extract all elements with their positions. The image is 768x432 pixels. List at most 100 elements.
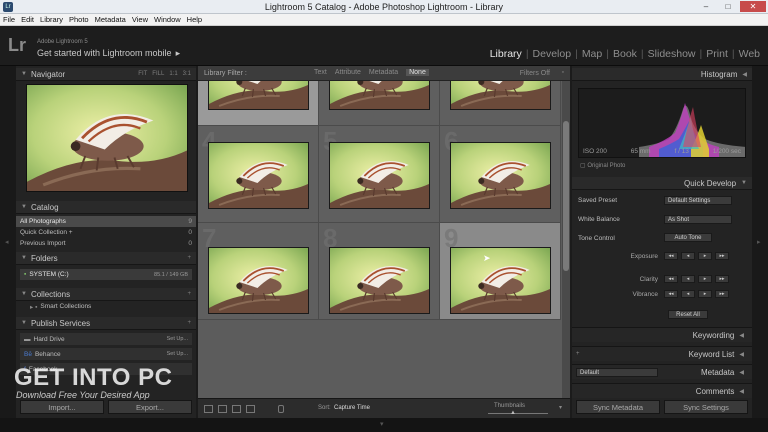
menu-window[interactable]: Window: [154, 14, 181, 25]
add-folder-icon[interactable]: +: [187, 255, 191, 261]
mobile-link[interactable]: Get started with Lightroom mobile ▸: [37, 48, 180, 59]
increase-icon[interactable]: ▸: [698, 275, 712, 283]
saved-preset-dropdown[interactable]: Default Settings: [664, 195, 732, 205]
grid-cell[interactable]: 8: [319, 223, 440, 320]
sort-dropdown[interactable]: Capture Time: [334, 405, 370, 411]
menu-photo[interactable]: Photo: [69, 14, 89, 25]
minimize-button[interactable]: –: [696, 1, 716, 12]
publish-services-header[interactable]: ▼ Publish Services +: [16, 317, 196, 330]
catalog-item-quick-collection[interactable]: Quick Collection + 0: [16, 227, 196, 238]
grid-cell[interactable]: [319, 81, 440, 126]
grid-view-icon[interactable]: [204, 405, 213, 413]
grid-cell[interactable]: [198, 81, 319, 126]
survey-view-icon[interactable]: [246, 405, 255, 413]
menu-edit[interactable]: Edit: [21, 14, 34, 25]
module-web[interactable]: Web: [737, 48, 762, 60]
add-keyword-icon[interactable]: +: [576, 351, 580, 357]
increase-large-icon[interactable]: ▸▸: [715, 252, 729, 260]
comments-header[interactable]: Comments ◀: [572, 383, 752, 398]
catalog-header[interactable]: ▼ Catalog: [16, 201, 196, 214]
compare-view-icon[interactable]: [232, 405, 241, 413]
navigator-header[interactable]: ▼ Navigator FIT FILL 1:1 3:1: [16, 68, 196, 81]
menu-metadata[interactable]: Metadata: [95, 14, 126, 25]
photo-thumbnail[interactable]: [329, 81, 430, 110]
exposure-stepper[interactable]: ◂◂ ◂ ▸ ▸▸: [664, 252, 729, 260]
grid-cell[interactable]: 6: [440, 126, 561, 223]
menu-view[interactable]: View: [132, 14, 148, 25]
sync-settings-button[interactable]: Sync Settings: [664, 400, 748, 414]
sync-metadata-button[interactable]: Sync Metadata: [576, 400, 660, 414]
lock-icon[interactable]: ▫: [562, 69, 564, 76]
expand-filmstrip-arrow-icon[interactable]: ▾: [380, 420, 384, 428]
decrease-icon[interactable]: ◂: [681, 252, 695, 260]
grid-cell[interactable]: [440, 81, 561, 126]
close-button[interactable]: ✕: [740, 1, 766, 12]
decrease-icon[interactable]: ◂: [681, 275, 695, 283]
publish-item-behance[interactable]: Bē Behance Set Up...: [20, 348, 192, 360]
loupe-view-icon[interactable]: [218, 405, 227, 413]
reset-all-button[interactable]: Reset All: [668, 310, 708, 319]
setup-link[interactable]: Set Up...: [167, 351, 188, 357]
filter-tab-none[interactable]: None: [406, 69, 429, 76]
vibrance-stepper[interactable]: ◂◂ ◂ ▸ ▸▸: [664, 290, 729, 298]
maximize-button[interactable]: □: [718, 1, 738, 12]
menu-library[interactable]: Library: [40, 14, 63, 25]
publish-item-hard-drive[interactable]: ▬ Hard Drive Set Up...: [20, 333, 192, 345]
grid-cell[interactable]: 7: [198, 223, 319, 320]
zoom-1-1[interactable]: 1:1: [169, 71, 177, 77]
folders-header[interactable]: ▼ Folders +: [16, 252, 196, 265]
filter-tab-text[interactable]: Text: [314, 69, 327, 76]
increase-icon[interactable]: ▸: [698, 290, 712, 298]
toolbar-menu-icon[interactable]: ▾: [559, 404, 562, 411]
photo-thumbnail[interactable]: [208, 142, 309, 209]
grid-cell[interactable]: 5: [319, 126, 440, 223]
zoom-fit[interactable]: FIT: [138, 71, 147, 77]
quick-develop-header[interactable]: Quick Develop ▼: [572, 177, 752, 190]
grid-scrollbar[interactable]: [562, 81, 570, 398]
decrease-large-icon[interactable]: ◂◂: [664, 290, 678, 298]
photo-thumbnail[interactable]: [450, 142, 551, 209]
folder-item-system[interactable]: ▪ SYSTEM (C:) 85.1 / 149 GB: [20, 269, 192, 280]
keyword-list-header[interactable]: + Keyword List ◀: [572, 346, 752, 361]
increase-large-icon[interactable]: ▸▸: [715, 275, 729, 283]
collections-header[interactable]: ▼ Collections +: [16, 288, 196, 301]
auto-tone-button[interactable]: Auto Tone: [664, 233, 712, 242]
photo-thumbnail[interactable]: [329, 247, 430, 314]
decrease-large-icon[interactable]: ◂◂: [664, 252, 678, 260]
photo-thumbnail[interactable]: [450, 81, 551, 110]
decrease-icon[interactable]: ◂: [681, 290, 695, 298]
catalog-item-previous-import[interactable]: Previous Import 0: [16, 238, 196, 249]
decrease-large-icon[interactable]: ◂◂: [664, 275, 678, 283]
module-slideshow[interactable]: Slideshow: [646, 48, 698, 60]
histogram-display[interactable]: ISO 200 65 mm f / 13 1/200 sec: [578, 88, 746, 158]
setup-link[interactable]: Set Up...: [167, 336, 188, 342]
right-panel-edge[interactable]: ▸: [752, 66, 768, 418]
import-button[interactable]: Import...: [20, 400, 104, 414]
scrollbar-thumb[interactable]: [563, 121, 569, 271]
module-print[interactable]: Print: [704, 48, 730, 60]
navigator-preview[interactable]: [26, 84, 188, 192]
module-develop[interactable]: Develop: [531, 48, 574, 60]
clarity-stepper[interactable]: ◂◂ ◂ ▸ ▸▸: [664, 275, 729, 283]
filter-tab-metadata[interactable]: Metadata: [369, 69, 398, 76]
filter-status[interactable]: Filters Off: [520, 70, 550, 77]
collapse-left-arrow-icon[interactable]: ◂: [5, 238, 9, 246]
export-button[interactable]: Export...: [108, 400, 192, 414]
collapse-right-arrow-icon[interactable]: ▸: [757, 238, 761, 246]
menu-file[interactable]: File: [3, 14, 15, 25]
menu-help[interactable]: Help: [187, 14, 202, 25]
grid-cell[interactable]: 9 ➤: [440, 223, 561, 320]
zoom-fill[interactable]: FILL: [152, 71, 164, 77]
photo-thumbnail[interactable]: [208, 247, 309, 314]
photo-thumbnail[interactable]: [329, 142, 430, 209]
original-photo-toggle[interactable]: ▢ Original Photo: [580, 162, 625, 169]
module-library[interactable]: Library: [488, 48, 524, 60]
increase-icon[interactable]: ▸: [698, 252, 712, 260]
slider-handle-icon[interactable]: ▲: [510, 410, 516, 416]
collection-item-smart[interactable]: ▸ ▪ Smart Collections: [16, 301, 196, 312]
module-map[interactable]: Map: [580, 48, 604, 60]
zoom-3-1[interactable]: 3:1: [183, 71, 191, 77]
increase-large-icon[interactable]: ▸▸: [715, 290, 729, 298]
catalog-item-all-photographs[interactable]: All Photographs 9: [16, 216, 196, 227]
filter-tab-attribute[interactable]: Attribute: [335, 69, 361, 76]
